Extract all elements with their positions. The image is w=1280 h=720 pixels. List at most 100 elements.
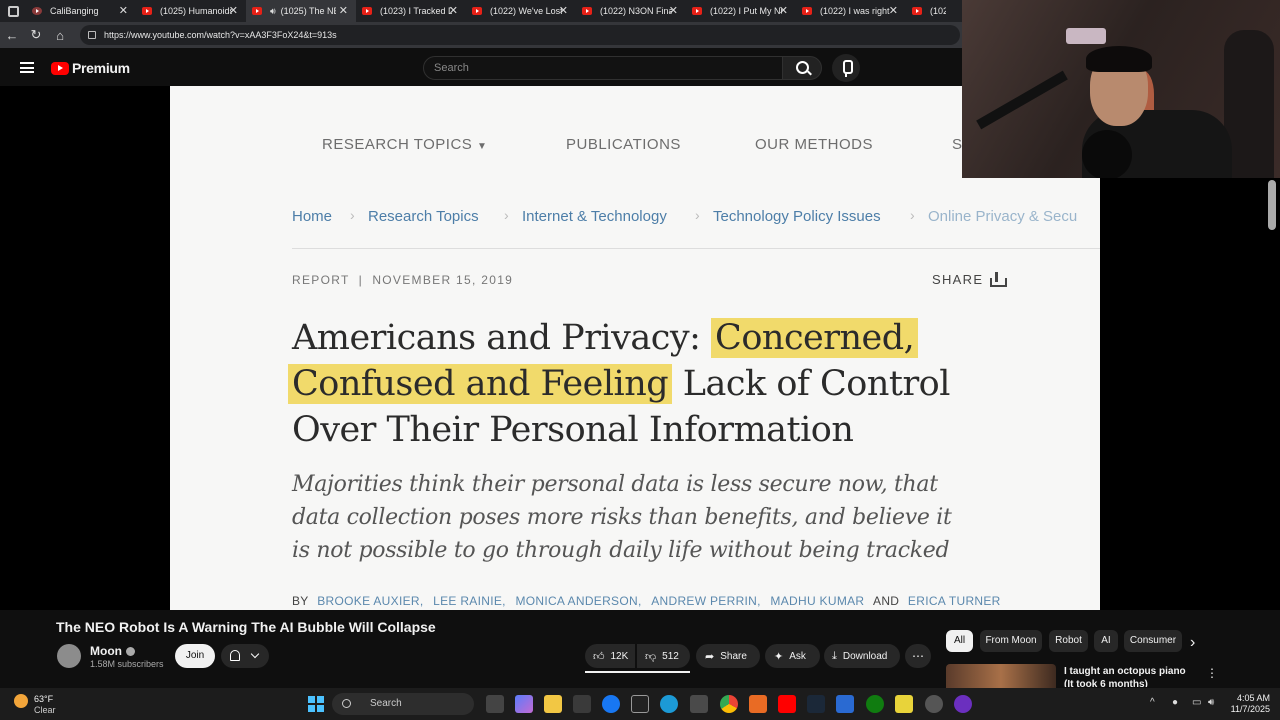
browser-tab[interactable]: (1022) I Put My Nu ✕ (686, 0, 796, 22)
tray-mic-icon[interactable]: ● (1172, 697, 1178, 708)
speaker-icon[interactable]: 🔊︎ (270, 6, 276, 17)
youtube-app-icon[interactable] (778, 695, 796, 713)
site-info-icon[interactable] (88, 31, 96, 39)
url-field[interactable]: https://www.youtube.com/watch?v=xAA3F3Fo… (80, 25, 960, 45)
tray-overflow-icon[interactable]: ^ (1150, 697, 1155, 708)
search-input[interactable]: Search (423, 56, 783, 80)
browser-tab[interactable]: (1022 (906, 0, 952, 22)
facebook-icon[interactable] (602, 695, 620, 713)
thumbs-up-icon: 👍︎ (593, 650, 605, 663)
video-frame-article: RESEARCH TOPICS ▼ PUBLICATIONS OUR METHO… (170, 86, 1100, 610)
breadcrumb-separator-icon: › (910, 207, 915, 223)
obs-icon[interactable] (954, 695, 972, 713)
tab-favicon-icon (32, 7, 42, 15)
vlc-icon[interactable] (749, 695, 767, 713)
youtube-play-icon (51, 61, 69, 75)
youtube-favicon-icon (472, 7, 482, 15)
chevron-right-icon[interactable]: › (1190, 634, 1195, 652)
app-icon[interactable] (836, 695, 854, 713)
share-button[interactable]: ➦ Share (696, 644, 760, 668)
back-arrow-icon[interactable]: ← (0, 28, 24, 43)
notification-bell-button[interactable] (221, 644, 269, 668)
browser-tab[interactable]: (1022) We've Lost C✕ (466, 0, 576, 22)
tab-close-icon[interactable]: ✕ (779, 4, 788, 17)
chip-consumer[interactable]: Consumer (1124, 630, 1182, 652)
xbox-icon[interactable] (866, 695, 884, 713)
youtube-favicon-icon (252, 7, 262, 15)
breadcrumb-research-topics: Research Topics (368, 208, 479, 225)
sticky-notes-icon[interactable] (895, 695, 913, 713)
browser-tab[interactable]: (1022) N3ON Finall ✕ (576, 0, 686, 22)
store-icon[interactable] (573, 695, 591, 713)
subhead-line: Majorities think their personal data is … (292, 472, 938, 497)
download-button[interactable]: ⤓ Download (824, 644, 900, 668)
taskbar-clock[interactable]: 4:05 AM 11/7/2025 (1228, 693, 1270, 715)
tab-close-icon[interactable]: ✕ (229, 4, 238, 17)
address-bar-row: ← ↻ ⌂ https://www.youtube.com/watch?v=xA… (0, 22, 962, 48)
voice-search-button[interactable] (832, 54, 860, 82)
start-button[interactable] (308, 696, 324, 712)
chip-all[interactable]: All (946, 630, 973, 652)
ask-button[interactable]: ✦ Ask (765, 644, 820, 668)
chrome-icon[interactable] (720, 695, 738, 713)
tab-close-icon[interactable]: ✕ (449, 4, 458, 17)
channel-name[interactable]: Moon (90, 644, 135, 658)
webcam-microphone (1082, 130, 1132, 178)
edge-icon[interactable] (660, 695, 678, 713)
dislike-button[interactable]: 👎︎ 512 (637, 644, 690, 668)
article-nav-research-topics: RESEARCH TOPICS ▼ (322, 136, 488, 153)
recommendation-title[interactable]: I taught an octopus piano (It took 6 mon… (1064, 665, 1194, 687)
menu-icon[interactable] (20, 62, 34, 73)
tab-close-icon[interactable]: ✕ (889, 4, 898, 17)
home-icon[interactable]: ⌂ (48, 28, 72, 43)
browser-tab[interactable]: (1022) I was right a ✕ (796, 0, 906, 22)
browser-tab[interactable]: (1023) I Tracked Da ✕ (356, 0, 466, 22)
breadcrumb-technology-policy: Technology Policy Issues (713, 208, 881, 225)
subhead-line: is not possible to go through daily life… (292, 538, 950, 563)
join-button[interactable]: Join (175, 644, 215, 668)
webcam-light (1066, 28, 1106, 44)
browser-tab[interactable]: CaliBanging ✕ (26, 0, 136, 22)
chip-from-moon[interactable]: From Moon (980, 630, 1042, 652)
tray-volume-icon[interactable]: 🔊︎ (1208, 697, 1214, 708)
weather-temperature[interactable]: 63°F (34, 694, 53, 704)
tray-display-icon[interactable]: ▭ (1192, 697, 1201, 708)
settings-icon[interactable] (925, 695, 943, 713)
weather-icon[interactable] (14, 694, 28, 708)
recommendation-menu-icon[interactable]: ⋮ (1206, 666, 1218, 680)
channel-avatar[interactable] (57, 644, 81, 668)
thumbs-down-icon: 👎︎ (645, 650, 657, 663)
reload-icon[interactable]: ↻ (24, 27, 48, 43)
taskbar-search[interactable]: Search (332, 693, 474, 715)
youtube-favicon-icon (802, 7, 812, 15)
search-button[interactable] (782, 56, 822, 80)
copilot-icon[interactable] (515, 695, 533, 713)
file-explorer-icon[interactable] (544, 695, 562, 713)
task-view-icon[interactable] (486, 695, 504, 713)
tab-close-icon[interactable]: ✕ (339, 4, 348, 17)
tab-close-icon[interactable]: ✕ (559, 4, 568, 17)
calculator-icon[interactable] (690, 695, 708, 713)
browser-tab-active[interactable]: 🔊︎ (1025) The NE ✕ (246, 0, 356, 22)
breadcrumb-home: Home (292, 208, 333, 225)
like-button[interactable]: 👍︎ 12K (585, 644, 635, 668)
youtube-favicon-icon (582, 7, 592, 15)
youtube-header: Premium Search (0, 48, 962, 88)
chip-ai[interactable]: AI (1094, 630, 1118, 652)
amazon-icon[interactable] (631, 695, 649, 713)
webcam-overlay (962, 0, 1280, 178)
video-title: The NEO Robot Is A Warning The AI Bubble… (56, 619, 436, 635)
download-icon: ⤓ (832, 649, 837, 662)
webcam-streamer-hair (1086, 46, 1152, 72)
more-actions-button[interactable]: ⋯ (905, 644, 931, 668)
window-menu-icon[interactable] (0, 0, 26, 22)
youtube-logo[interactable]: Premium (51, 60, 130, 76)
article-nav-our-methods: OUR METHODS (755, 136, 873, 153)
page-scrollbar[interactable] (1268, 180, 1276, 230)
tab-close-icon[interactable]: ✕ (669, 4, 678, 17)
tab-close-icon[interactable]: ✕ (119, 4, 128, 17)
chip-robot[interactable]: Robot (1049, 630, 1088, 652)
steam-icon[interactable] (807, 695, 825, 713)
weather-condition[interactable]: Clear (34, 705, 56, 715)
browser-tab[interactable]: (1025) Humanoids ✕ (136, 0, 246, 22)
